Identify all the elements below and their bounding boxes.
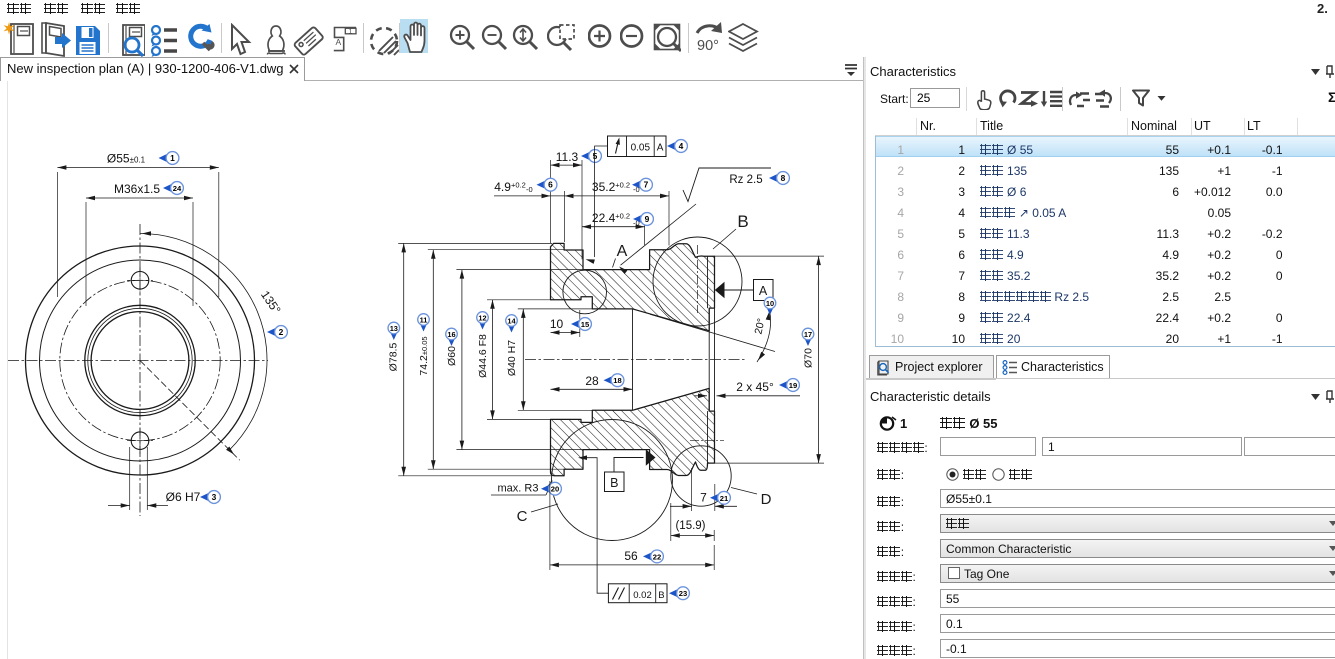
svg-text:5: 5 — [593, 151, 598, 161]
svg-text:17: 17 — [804, 330, 812, 339]
svg-text:19: 19 — [789, 381, 797, 390]
svg-text:max. R3: max. R3 — [498, 483, 539, 495]
svg-text:23: 23 — [679, 589, 687, 598]
svg-text:4.9+0.2: 4.9+0.2 — [494, 180, 526, 194]
svg-text:10: 10 — [550, 317, 564, 331]
svg-text:28: 28 — [585, 374, 599, 388]
svg-text:0.02: 0.02 — [633, 590, 652, 601]
svg-text:Ø78.5: Ø78.5 — [388, 343, 400, 372]
svg-text:B: B — [737, 212, 748, 231]
svg-text:2 x 45°: 2 x 45° — [736, 380, 774, 394]
svg-text:6: 6 — [548, 180, 553, 190]
svg-text:M36x1.5: M36x1.5 — [114, 182, 160, 196]
svg-text:90°: 90° — [697, 38, 719, 54]
svg-text:D: D — [761, 491, 772, 508]
svg-text:Ø70: Ø70 — [803, 348, 815, 368]
svg-text:13: 13 — [390, 324, 398, 333]
svg-text:Rz 2.5: Rz 2.5 — [729, 174, 762, 186]
svg-text:56: 56 — [624, 549, 638, 563]
svg-text:A: A — [335, 37, 341, 47]
svg-text:B: B — [610, 476, 618, 490]
svg-text:12: 12 — [478, 313, 486, 322]
svg-text:Ø44.6 F8: Ø44.6 F8 — [477, 334, 489, 378]
svg-text:(15.9): (15.9) — [675, 520, 705, 532]
svg-text:-0: -0 — [526, 185, 533, 194]
svg-text:3: 3 — [212, 492, 217, 502]
svg-text:22: 22 — [653, 552, 661, 561]
svg-text:Ø55±0.1: Ø55±0.1 — [107, 152, 146, 166]
svg-text:20: 20 — [551, 485, 559, 494]
svg-text:18: 18 — [613, 376, 621, 385]
svg-text:0.05: 0.05 — [631, 143, 651, 154]
svg-text:Ø6 H7: Ø6 H7 — [166, 490, 201, 504]
svg-text:24: 24 — [173, 184, 182, 193]
svg-text:10: 10 — [766, 299, 774, 308]
svg-text:4: 4 — [679, 141, 684, 151]
svg-text:1: 1 — [170, 153, 175, 163]
svg-text:11: 11 — [420, 315, 428, 324]
svg-text:8: 8 — [781, 173, 786, 183]
svg-text:135°: 135° — [258, 288, 284, 317]
svg-text:21: 21 — [720, 494, 729, 503]
svg-text:A: A — [759, 284, 768, 298]
svg-text:14: 14 — [507, 316, 516, 325]
svg-text:7: 7 — [644, 180, 649, 190]
svg-text:15: 15 — [581, 320, 590, 329]
svg-text:16: 16 — [447, 330, 455, 339]
svg-text:Ø60: Ø60 — [446, 346, 458, 366]
svg-text:22.4+0.2: 22.4+0.2 — [592, 211, 630, 225]
svg-text:20°: 20° — [752, 317, 767, 335]
svg-text:A: A — [617, 243, 628, 260]
svg-text:Ø40 H7: Ø40 H7 — [506, 340, 518, 376]
svg-text:B: B — [658, 590, 664, 601]
svg-text:A: A — [657, 143, 664, 154]
svg-text:C: C — [517, 508, 528, 525]
svg-text:1: 1 — [349, 28, 353, 35]
svg-text:7: 7 — [700, 491, 707, 505]
svg-text:9: 9 — [645, 214, 650, 224]
svg-text:11.3: 11.3 — [556, 150, 579, 164]
svg-text:2: 2 — [279, 327, 284, 337]
svg-text:35.2+0.2: 35.2+0.2 — [592, 180, 630, 194]
svg-text:74.2±0.05: 74.2±0.05 — [418, 336, 430, 375]
